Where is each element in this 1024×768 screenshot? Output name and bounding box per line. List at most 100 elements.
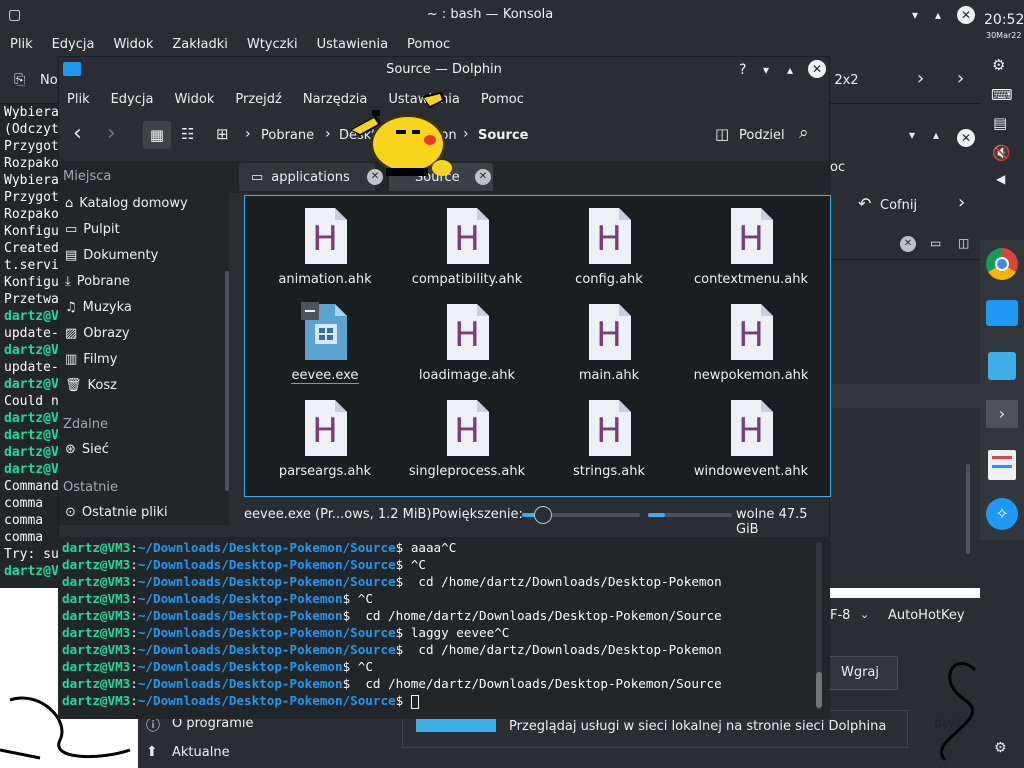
konsole-terminal-output[interactable]: Wybiera (Odczyt Przygot Rozpako Wybiera Przyg…: [0, 104, 62, 588]
places-item-desktop[interactable]: ▭ Pulpit: [65, 222, 120, 237]
volume-muted-icon[interactable]: 🔇: [992, 144, 1011, 162]
places-item-pictures[interactable]: ▨ Obrazy: [65, 326, 130, 341]
keyboard-icon[interactable]: ⌨: [991, 86, 1013, 104]
icons-view-icon[interactable]: ▦: [143, 121, 171, 149]
konsole-menu-widok[interactable]: Widok: [113, 37, 153, 52]
konsole-menu-pomoc[interactable]: Pomoc: [407, 37, 450, 52]
chevron-right-icon[interactable]: ›: [957, 68, 964, 89]
zoom-slider-handle[interactable]: [534, 506, 553, 524]
file-item[interactable]: Hanimation.ahk: [259, 206, 391, 287]
file-item[interactable]: Hnewpokemon.ahk: [685, 302, 817, 383]
prompt-user: dartz@VM3: [62, 591, 131, 606]
chevron-up-icon[interactable]: ▴: [933, 128, 939, 142]
close-icon[interactable]: ✕: [957, 6, 975, 24]
panels-icon[interactable]: ◫: [958, 236, 969, 250]
encoding-label[interactable]: F-8: [830, 608, 850, 623]
places-item-recent-files[interactable]: ⊙ Ostatnie pliki: [65, 505, 168, 520]
maximize-icon[interactable]: ▴: [787, 57, 793, 83]
folder-icon[interactable]: ▭: [930, 236, 941, 250]
split-button[interactable]: Podziel: [739, 128, 785, 143]
konsole-menu-plik[interactable]: Plik: [10, 37, 33, 52]
places-item-home[interactable]: ⌂ Katalog domowy: [65, 196, 188, 211]
minimize-icon[interactable]: ▾: [912, 0, 918, 30]
upload-button[interactable]: Wgraj: [822, 656, 898, 690]
forward-icon[interactable]: ›: [107, 121, 116, 146]
file-item[interactable]: Hcompatibility.ahk: [401, 206, 533, 287]
file-item[interactable]: Hconfig.ahk: [543, 206, 675, 287]
dolphin-menu-plik[interactable]: Plik: [67, 92, 90, 107]
places-item-network[interactable]: ⊛ Sieć: [65, 442, 109, 457]
konsole-menu-ustawienia[interactable]: Ustawienia: [317, 37, 388, 52]
pikachu-sprite[interactable]: [346, 90, 458, 194]
places-item-music[interactable]: ♫ Muzyka: [65, 300, 132, 315]
breadcrumb-source[interactable]: Source: [478, 128, 528, 143]
file-item[interactable]: eevee.exe: [259, 302, 391, 384]
clock-time[interactable]: 20:52: [984, 12, 1024, 28]
document-icon[interactable]: [988, 450, 1016, 480]
scrollbar[interactable]: [966, 464, 970, 554]
file-item[interactable]: Hstrings.ahk: [543, 398, 675, 479]
window-menu-icon[interactable]: ▢: [8, 0, 21, 30]
file-item[interactable]: Hsingleprocess.ahk: [401, 398, 533, 479]
collapse-left-icon[interactable]: ◀: [996, 172, 1005, 186]
help-icon[interactable]: ?: [739, 57, 746, 83]
search-icon[interactable]: ⌕: [799, 123, 809, 143]
file-item[interactable]: Hparseargs.ahk: [259, 398, 391, 479]
remote-header: Zdalne: [63, 417, 108, 432]
places-scrollbar[interactable]: [225, 271, 229, 491]
breadcrumb-pobrane[interactable]: Pobrane: [261, 128, 314, 143]
konsole-menu-zakladki[interactable]: Zakładki: [172, 37, 227, 52]
settings-icon[interactable]: ⚙: [994, 740, 1007, 756]
terminal-line: Konfigu: [4, 224, 59, 239]
chevron-down-icon[interactable]: ⌄: [860, 608, 869, 621]
back-icon[interactable]: ‹: [73, 121, 82, 146]
dolphin-menu-pomoc[interactable]: Pomoc: [481, 92, 524, 107]
maximize-icon[interactable]: ▴: [935, 0, 941, 30]
close-tab-icon[interactable]: ✕: [475, 169, 491, 185]
new-tab-icon[interactable]: ⎘: [14, 72, 25, 88]
folder-icon[interactable]: [986, 300, 1018, 326]
konsole-menu-wtyczki[interactable]: Wtyczki: [247, 37, 298, 52]
close-icon[interactable]: ✕: [808, 60, 826, 78]
file-item[interactable]: Hcontextmenu.ahk: [685, 206, 817, 287]
dolphin-menu-edycja[interactable]: Edycja: [111, 92, 154, 107]
network-icon[interactable]: ⚙: [992, 56, 1005, 74]
zoom-slider[interactable]: [522, 506, 640, 524]
undo-icon[interactable]: ↶: [858, 194, 871, 213]
chevron-right-icon[interactable]: ›: [958, 192, 965, 213]
new-tab-label[interactable]: No: [40, 73, 58, 88]
store-icon[interactable]: [988, 352, 1016, 380]
clipboard-icon[interactable]: ▤: [993, 114, 1007, 132]
chevron-right-icon[interactable]: ›: [917, 68, 924, 89]
chevron-right-icon: ›: [245, 126, 251, 142]
terminal-line: dartz@V: [4, 564, 59, 579]
terminal-icon[interactable]: ›: [986, 400, 1018, 428]
chevron-down-icon[interactable]: ▾: [909, 128, 915, 142]
places-item-trash[interactable]: 🗑 Kosz: [65, 378, 117, 393]
dolphin-app-icon[interactable]: [63, 62, 81, 76]
language-label[interactable]: AutoHotKey: [888, 608, 965, 623]
file-item[interactable]: Hmain.ahk: [543, 302, 675, 383]
dolphin-menu-przejdz[interactable]: Przejdź: [235, 92, 281, 107]
file-item[interactable]: Hloadimage.ahk: [401, 302, 533, 383]
clear-icon[interactable]: ✕: [900, 236, 916, 252]
file-view[interactable]: Hanimation.ahk Hcompatibility.ahk Hconfig.…: [244, 195, 831, 497]
file-item[interactable]: Hwindowevent.ahk: [685, 398, 817, 479]
places-item-videos[interactable]: ▥ Filmy: [65, 352, 117, 367]
compact-view-icon[interactable]: ☷: [181, 125, 194, 143]
konsole-menu-edycja[interactable]: Edycja: [52, 37, 95, 52]
places-item-documents[interactable]: ▤ Dokumenty: [65, 248, 158, 263]
update-icon[interactable]: ⬆: [146, 744, 158, 760]
kde-connect-icon[interactable]: ✧: [986, 498, 1018, 530]
terminal-pane[interactable]: dartz@VM3:~/Downloads/Desktop-Pokemon/So…: [58, 537, 830, 719]
places-item-downloads[interactable]: ⤓ Pobrane: [65, 274, 130, 289]
minimize-icon[interactable]: ▾: [763, 57, 769, 83]
updates-item[interactable]: Aktualne: [172, 745, 230, 760]
close-icon[interactable]: ✕: [957, 129, 975, 147]
chrome-icon[interactable]: [986, 248, 1018, 280]
terminal-scrollbar[interactable]: [816, 542, 822, 710]
details-view-icon[interactable]: ⊞: [216, 125, 229, 143]
undo-button[interactable]: Cofnij: [880, 198, 917, 213]
dolphin-menu-widok[interactable]: Widok: [174, 92, 214, 107]
split-icon[interactable]: ◫: [715, 125, 729, 143]
